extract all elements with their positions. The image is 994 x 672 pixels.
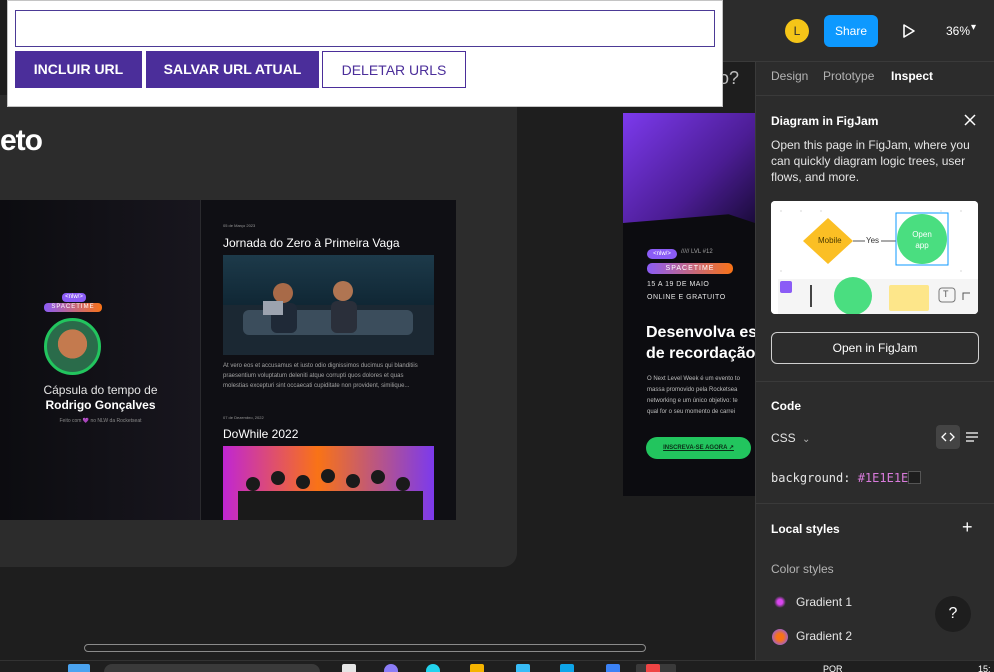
code-language-value: CSS: [771, 431, 796, 445]
post-desc-line: At vero eos et accusamus et iusto odio d…: [223, 363, 418, 369]
event-paragraph-line: massa promovido pela Rocketsea: [647, 387, 738, 393]
user-avatar[interactable]: L: [785, 19, 809, 43]
code-language-select[interactable]: CSS ⌄: [771, 431, 810, 445]
app-icon[interactable]: [606, 664, 620, 672]
post-image: [223, 446, 434, 520]
color-styles-title: Color styles: [771, 562, 834, 576]
chevron-down-icon[interactable]: ▾: [971, 22, 976, 33]
site-mockup[interactable]: <nlw/> SPACETIME Cápsula do tempo de Rod…: [0, 200, 456, 520]
app-icon[interactable]: [426, 664, 440, 672]
frame-title: eto: [0, 124, 43, 157]
post-desc-line: praesentium voluptatum deleniti atque co…: [223, 373, 404, 379]
windows-start-icon[interactable]: [68, 664, 90, 672]
present-play-icon[interactable]: [899, 22, 917, 40]
url-input[interactable]: [15, 10, 715, 47]
event-frame[interactable]: <nlw/> ///// LVL #12 SPACETIME 15 A 19 D…: [623, 113, 755, 496]
figjam-description: Open this page in FigJam, where you can …: [771, 138, 970, 184]
tab-design[interactable]: Design: [771, 69, 808, 83]
diagram-node-label: Mobile: [818, 236, 842, 245]
share-button[interactable]: Share: [824, 15, 878, 47]
tab-prototype[interactable]: Prototype: [823, 69, 874, 83]
save-current-url-button[interactable]: SALVAR URL ATUAL: [146, 51, 319, 88]
help-button[interactable]: ?: [935, 596, 971, 632]
nlw-badge: <nlw/>: [647, 249, 677, 259]
capsule-name: Rodrigo Gonçalves: [45, 398, 156, 412]
post-title: DoWhile 2022: [223, 427, 299, 441]
color-swatch: [908, 471, 921, 484]
capsule-panel: <nlw/> SPACETIME Cápsula do tempo de Rod…: [0, 200, 201, 520]
style-name: Gradient 1: [796, 595, 853, 609]
folder-icon[interactable]: [470, 664, 484, 672]
post-title: Jornada do Zero à Primeira Vaga: [223, 236, 400, 250]
app-icon[interactable]: [384, 664, 398, 672]
open-in-figjam-button[interactable]: Open in FigJam: [771, 332, 979, 364]
people-photo-icon: [223, 281, 434, 355]
include-url-button[interactable]: INCLUIR URL: [15, 51, 142, 88]
horizontal-scrollbar[interactable]: [84, 644, 646, 652]
diagram-edge-label: Yes: [866, 236, 880, 245]
event-paragraph-line: networking e um único objetivo: te: [647, 398, 738, 404]
clock[interactable]: 15:: [978, 664, 991, 672]
list-view-icon[interactable]: [965, 430, 979, 444]
text-tool-label: T: [943, 289, 949, 299]
app-icon[interactable]: [342, 664, 356, 672]
event-mode: ONLINE E GRATUITO: [647, 294, 726, 301]
event-hero-gradient: [623, 113, 755, 223]
post-image: [223, 255, 434, 355]
divider: [755, 95, 994, 96]
local-styles-title: Local styles: [771, 522, 840, 536]
capsule-title: Cápsula do tempo de: [43, 383, 158, 397]
code-property: background:: [771, 471, 858, 485]
divider: [755, 503, 994, 504]
event-paragraph-line: qual for o seu momento de carrei: [647, 409, 736, 415]
event-headline: de recordação: [646, 345, 755, 362]
close-icon[interactable]: [962, 112, 978, 128]
crowd-photo-icon: [238, 469, 423, 520]
gradient-swatch: [774, 596, 786, 608]
style-row-gradient-1[interactable]: Gradient 1: [771, 595, 931, 611]
add-style-plus-icon[interactable]: +: [962, 518, 973, 536]
app-icon[interactable]: [646, 664, 660, 672]
zoom-level[interactable]: 36%: [946, 24, 970, 38]
app-icon[interactable]: [516, 664, 530, 672]
level-label: ///// LVL #12: [681, 249, 713, 255]
author-avatar: [44, 318, 101, 375]
capsule-footer: Feito com 💜 no NLW da Rocketseat: [59, 418, 142, 424]
event-headline: Desenvolva es: [646, 324, 755, 341]
event-paragraph-line: O Next Level Week é um evento to: [647, 376, 740, 382]
event-dates: 15 A 19 DE MAIO: [647, 281, 710, 288]
divider: [755, 381, 994, 382]
taskbar-search-box[interactable]: [104, 664, 320, 672]
post-date: 05 de Março 2023: [223, 223, 256, 228]
app-icon[interactable]: [560, 664, 574, 672]
figjam-title: Diagram in FigJam: [771, 114, 879, 128]
tab-inspect[interactable]: Inspect: [891, 69, 933, 83]
chevron-down-icon: ⌄: [802, 434, 811, 445]
code-line: background: #1E1E1E;: [771, 471, 916, 485]
gradient-swatch: [772, 629, 788, 645]
spacetime-badge: SPACETIME: [647, 263, 733, 274]
post-date: 07 de Dezembro, 2022: [223, 415, 264, 420]
code-section-title: Code: [771, 399, 801, 413]
style-name: Gradient 2: [796, 629, 853, 643]
code-value: #1E1E1E: [857, 471, 909, 485]
style-row-gradient-2[interactable]: Gradient 2: [771, 629, 931, 645]
keyboard-language[interactable]: POR: [823, 664, 843, 672]
post-desc-line: molestias excepturi sint occaecati cupid…: [223, 383, 410, 389]
spacetime-badge: SPACETIME: [44, 303, 102, 312]
code-brackets-icon: [941, 432, 955, 442]
delete-urls-button[interactable]: DELETAR URLS: [322, 51, 466, 88]
diagram-node-label: Open app: [912, 230, 932, 250]
code-view-toggle[interactable]: [936, 425, 960, 449]
nlw-badge: <nlw/>: [62, 293, 86, 302]
signup-button[interactable]: INSCREVA-SE AGORA ↗: [646, 437, 751, 459]
